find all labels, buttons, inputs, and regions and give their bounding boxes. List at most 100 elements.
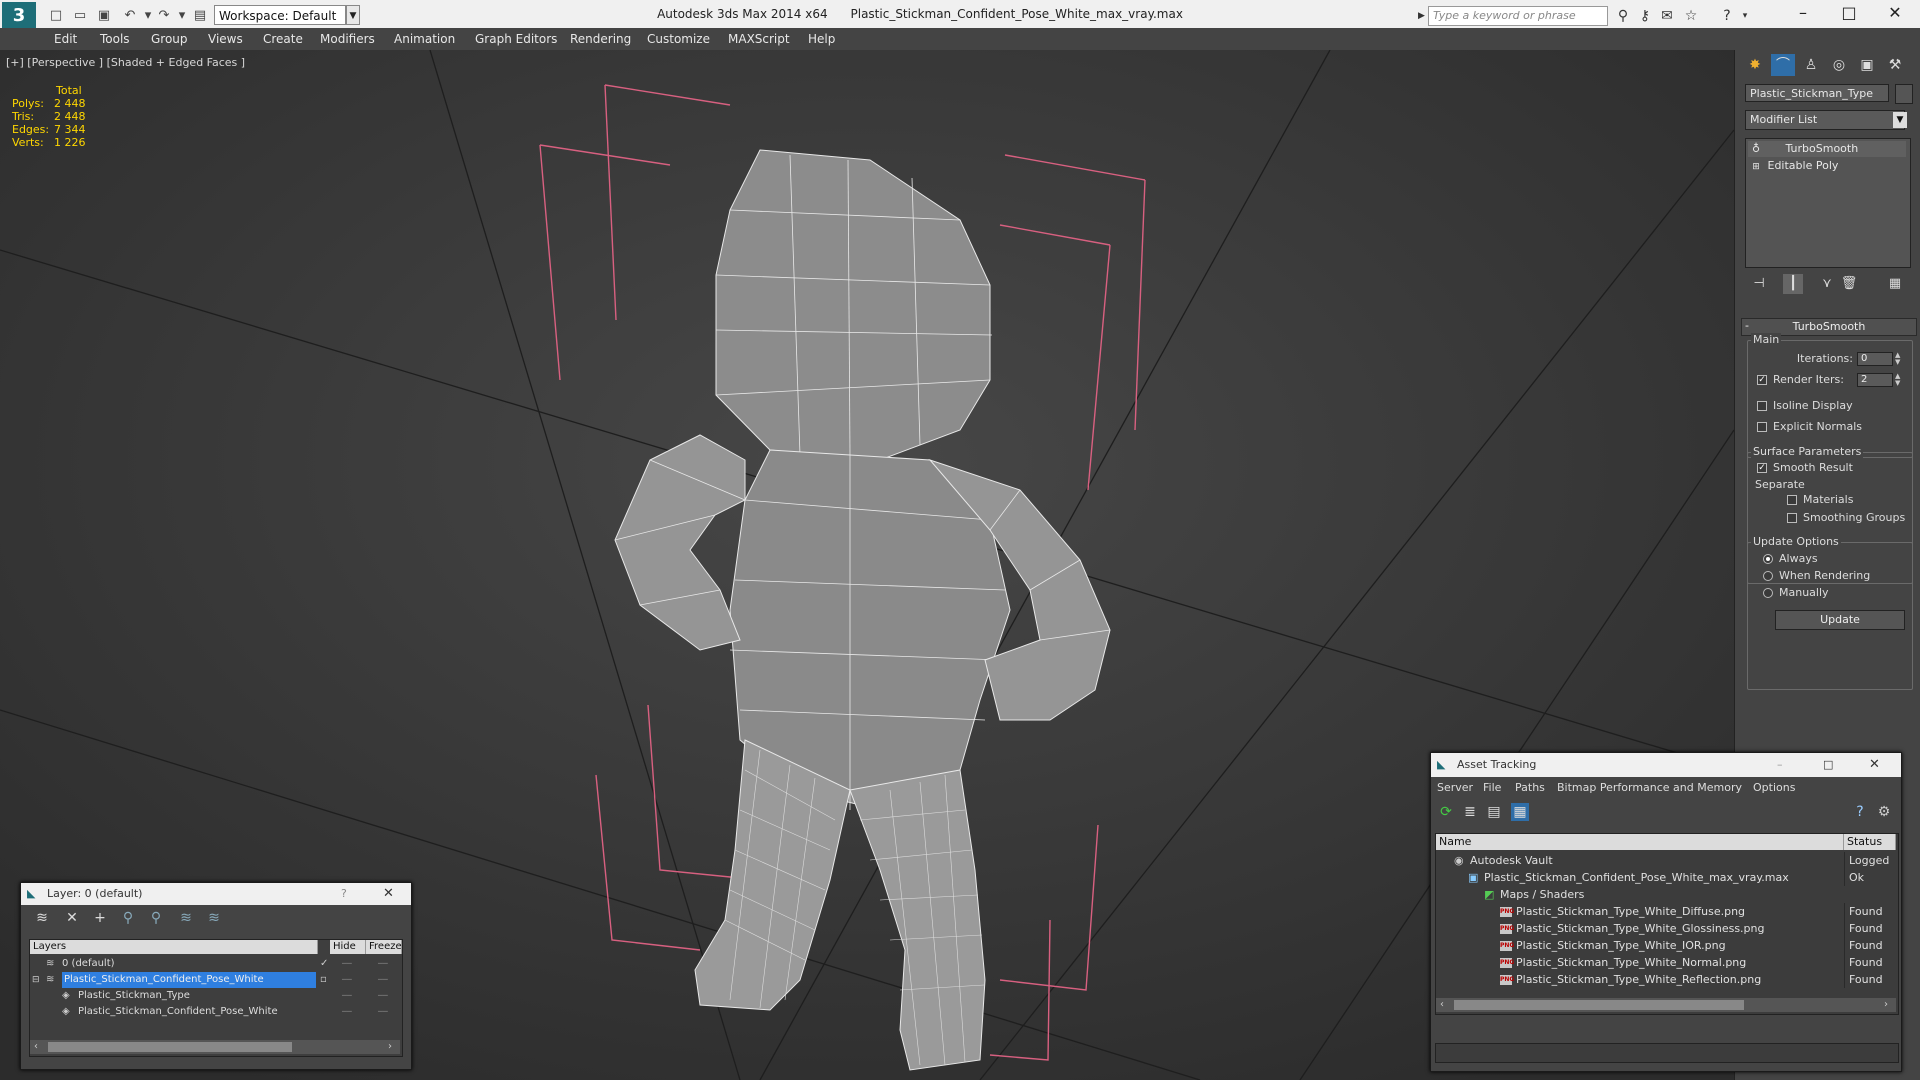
layer-row[interactable]: ≋ 0 (default) ✓ ── ── xyxy=(30,956,400,972)
help-dropdown-icon[interactable]: ▾ xyxy=(1736,7,1754,25)
set-current-layer-icon[interactable]: ≋ xyxy=(177,909,195,927)
freeze-toggle[interactable]: ── xyxy=(378,972,388,988)
asset-menu-file[interactable]: File xyxy=(1483,777,1501,799)
workspace-select[interactable]: Workspace: Default xyxy=(214,5,346,25)
asset-row[interactable]: ▣ Plastic_Stickman_Confident_Pose_White_… xyxy=(1436,869,1896,886)
menu-group[interactable]: Group xyxy=(151,28,188,50)
search-expand-icon[interactable]: ▶ xyxy=(1418,6,1428,26)
asset-minimize-button[interactable]: – xyxy=(1777,753,1783,777)
modify-tab-icon[interactable]: ⌒ xyxy=(1771,54,1795,76)
layer-close-button[interactable]: ✕ xyxy=(383,883,394,905)
favorites-star-icon[interactable]: ☆ xyxy=(1682,7,1700,25)
stack-item-editable-poly[interactable]: ⊞ Editable Poly xyxy=(1748,158,1906,174)
menu-modifiers[interactable]: Modifiers xyxy=(320,28,375,50)
materials-checkbox[interactable] xyxy=(1787,495,1797,505)
undo-icon[interactable]: ↶ xyxy=(122,8,138,24)
hide-toggle[interactable]: ── xyxy=(342,988,352,1004)
asset-row[interactable]: PNG Plastic_Stickman_Type_White_Normal.p… xyxy=(1436,954,1896,971)
undo-dropdown-icon[interactable]: ▾ xyxy=(140,8,156,24)
scroll-right-icon[interactable]: › xyxy=(1884,998,1888,1012)
menu-views[interactable]: Views xyxy=(208,28,243,50)
layer-window-titlebar[interactable]: ◣ Layer: 0 (default) ? ✕ xyxy=(21,883,411,905)
binoculars-icon[interactable]: ⚲ xyxy=(1614,7,1632,25)
redo-dropdown-icon[interactable]: ▾ xyxy=(174,8,190,24)
asset-row[interactable]: ◉ Autodesk Vault Logged xyxy=(1436,852,1896,869)
iterations-spinner-arrows-icon[interactable]: ▲ ▼ xyxy=(1895,352,1900,366)
menu-graph-editors[interactable]: Graph Editors xyxy=(475,28,557,50)
asset-horizontal-scrollbar[interactable]: ‹ › xyxy=(1436,998,1896,1012)
motion-tab-icon[interactable]: ◎ xyxy=(1827,54,1851,76)
col-name[interactable]: Name xyxy=(1436,834,1844,850)
freeze-toggle[interactable]: ── xyxy=(378,956,388,972)
new-file-icon[interactable]: □ xyxy=(48,8,64,24)
project-folder-icon[interactable]: ▤ xyxy=(192,8,208,24)
workspace-dropdown-icon[interactable]: ▼ xyxy=(346,5,360,25)
hide-toggle[interactable]: ── xyxy=(342,956,352,972)
iterations-spinner[interactable]: 0 xyxy=(1857,352,1893,366)
minimize-button[interactable]: – xyxy=(1780,0,1826,28)
hide-toggle[interactable]: ── xyxy=(342,972,352,988)
asset-window-titlebar[interactable]: ◣ Asset Tracking – □ ✕ xyxy=(1431,753,1901,777)
list-view-icon[interactable]: ≣ xyxy=(1461,803,1479,821)
layer-help-button[interactable]: ? xyxy=(341,883,347,905)
menu-edit[interactable]: Edit xyxy=(54,28,77,50)
layer-horizontal-scrollbar[interactable]: ‹ › xyxy=(30,1040,400,1054)
asset-row[interactable]: ◩ Maps / Shaders xyxy=(1436,886,1896,903)
asset-row[interactable]: PNG Plastic_Stickman_Type_White_Reflecti… xyxy=(1436,971,1896,988)
set-current-box-icon[interactable]: ▫ xyxy=(320,972,327,988)
scroll-left-icon[interactable]: ‹ xyxy=(34,1040,38,1054)
hide-toggle[interactable]: ── xyxy=(342,1004,352,1020)
save-file-icon[interactable]: ▣ xyxy=(96,8,112,24)
col-freeze[interactable]: Freeze xyxy=(366,940,402,954)
smooth-result-checkbox[interactable]: ✓ xyxy=(1757,463,1767,473)
asset-menu-bitmap[interactable]: Bitmap Performance and Memory xyxy=(1557,777,1742,799)
refresh-icon[interactable]: ⟳ xyxy=(1437,803,1455,821)
layer-row[interactable]: ◈ Plastic_Stickman_Type ── ── xyxy=(30,988,400,1004)
render-iters-spinner[interactable]: 2 xyxy=(1857,373,1893,387)
chevron-down-icon[interactable]: ▼ xyxy=(1893,112,1907,128)
stack-item-turbosmooth[interactable]: ♁ TurboSmooth xyxy=(1748,141,1906,157)
table-view-icon[interactable]: ▦ xyxy=(1511,803,1529,821)
menu-create[interactable]: Create xyxy=(263,28,303,50)
detail-view-icon[interactable]: ▤ xyxy=(1485,803,1503,821)
always-radio[interactable] xyxy=(1763,554,1773,564)
remove-modifier-icon[interactable]: 🗑 xyxy=(1839,274,1859,294)
app-logo-icon[interactable]: 3 xyxy=(2,2,36,30)
collapse-icon[interactable]: - xyxy=(1745,318,1749,334)
asset-row[interactable]: PNG Plastic_Stickman_Type_White_Glossine… xyxy=(1436,920,1896,937)
help-icon[interactable]: ? xyxy=(1718,7,1736,25)
subscription-icon[interactable]: ⚷ xyxy=(1636,7,1654,25)
when-rendering-radio[interactable] xyxy=(1763,571,1773,581)
scrollbar-thumb[interactable] xyxy=(48,1042,292,1052)
layer-row[interactable]: ◈ Plastic_Stickman_Confident_Pose_White … xyxy=(30,1004,400,1020)
col-hide[interactable]: Hide xyxy=(330,940,366,954)
redo-icon[interactable]: ↷ xyxy=(156,8,172,24)
isoline-display-checkbox[interactable] xyxy=(1757,401,1767,411)
freeze-toggle[interactable]: ── xyxy=(378,988,388,1004)
search-input[interactable]: Type a keyword or phrase xyxy=(1428,6,1608,26)
maximize-button[interactable]: □ xyxy=(1826,0,1872,28)
asset-row[interactable]: PNG Plastic_Stickman_Type_White_Diffuse.… xyxy=(1436,903,1896,920)
update-button[interactable]: Update xyxy=(1775,610,1905,630)
asset-help-icon[interactable]: ? xyxy=(1851,803,1869,821)
menu-help[interactable]: Help xyxy=(808,28,835,50)
manually-radio[interactable] xyxy=(1763,588,1773,598)
menu-animation[interactable]: Animation xyxy=(394,28,455,50)
utilities-tab-icon[interactable]: ⚒ xyxy=(1883,54,1907,76)
hierarchy-tab-icon[interactable]: ♙ xyxy=(1799,54,1823,76)
asset-menu-options[interactable]: Options xyxy=(1753,777,1795,799)
object-name-field[interactable]: Plastic_Stickman_Type xyxy=(1745,84,1889,102)
add-to-layer-icon[interactable]: + xyxy=(91,909,109,927)
asset-menu-server[interactable]: Server xyxy=(1437,777,1473,799)
select-objects-icon[interactable]: ⚲ xyxy=(119,909,137,927)
delete-layer-icon[interactable]: ✕ xyxy=(63,909,81,927)
configure-sets-icon[interactable]: ▦ xyxy=(1885,274,1905,294)
modifier-list-dropdown[interactable]: Modifier List xyxy=(1745,110,1905,130)
col-status[interactable]: Status xyxy=(1844,834,1896,850)
collapse-icon[interactable]: ⊟ xyxy=(32,972,40,988)
col-layers[interactable]: Layers xyxy=(30,940,318,954)
scroll-left-icon[interactable]: ‹ xyxy=(1440,998,1444,1012)
make-unique-icon[interactable]: ⋎ xyxy=(1817,274,1837,294)
layer-row[interactable]: ⊟ ≋ Plastic_Stickman_Confident_Pose_Whit… xyxy=(30,972,400,988)
scrollbar-thumb[interactable] xyxy=(1454,1000,1744,1010)
